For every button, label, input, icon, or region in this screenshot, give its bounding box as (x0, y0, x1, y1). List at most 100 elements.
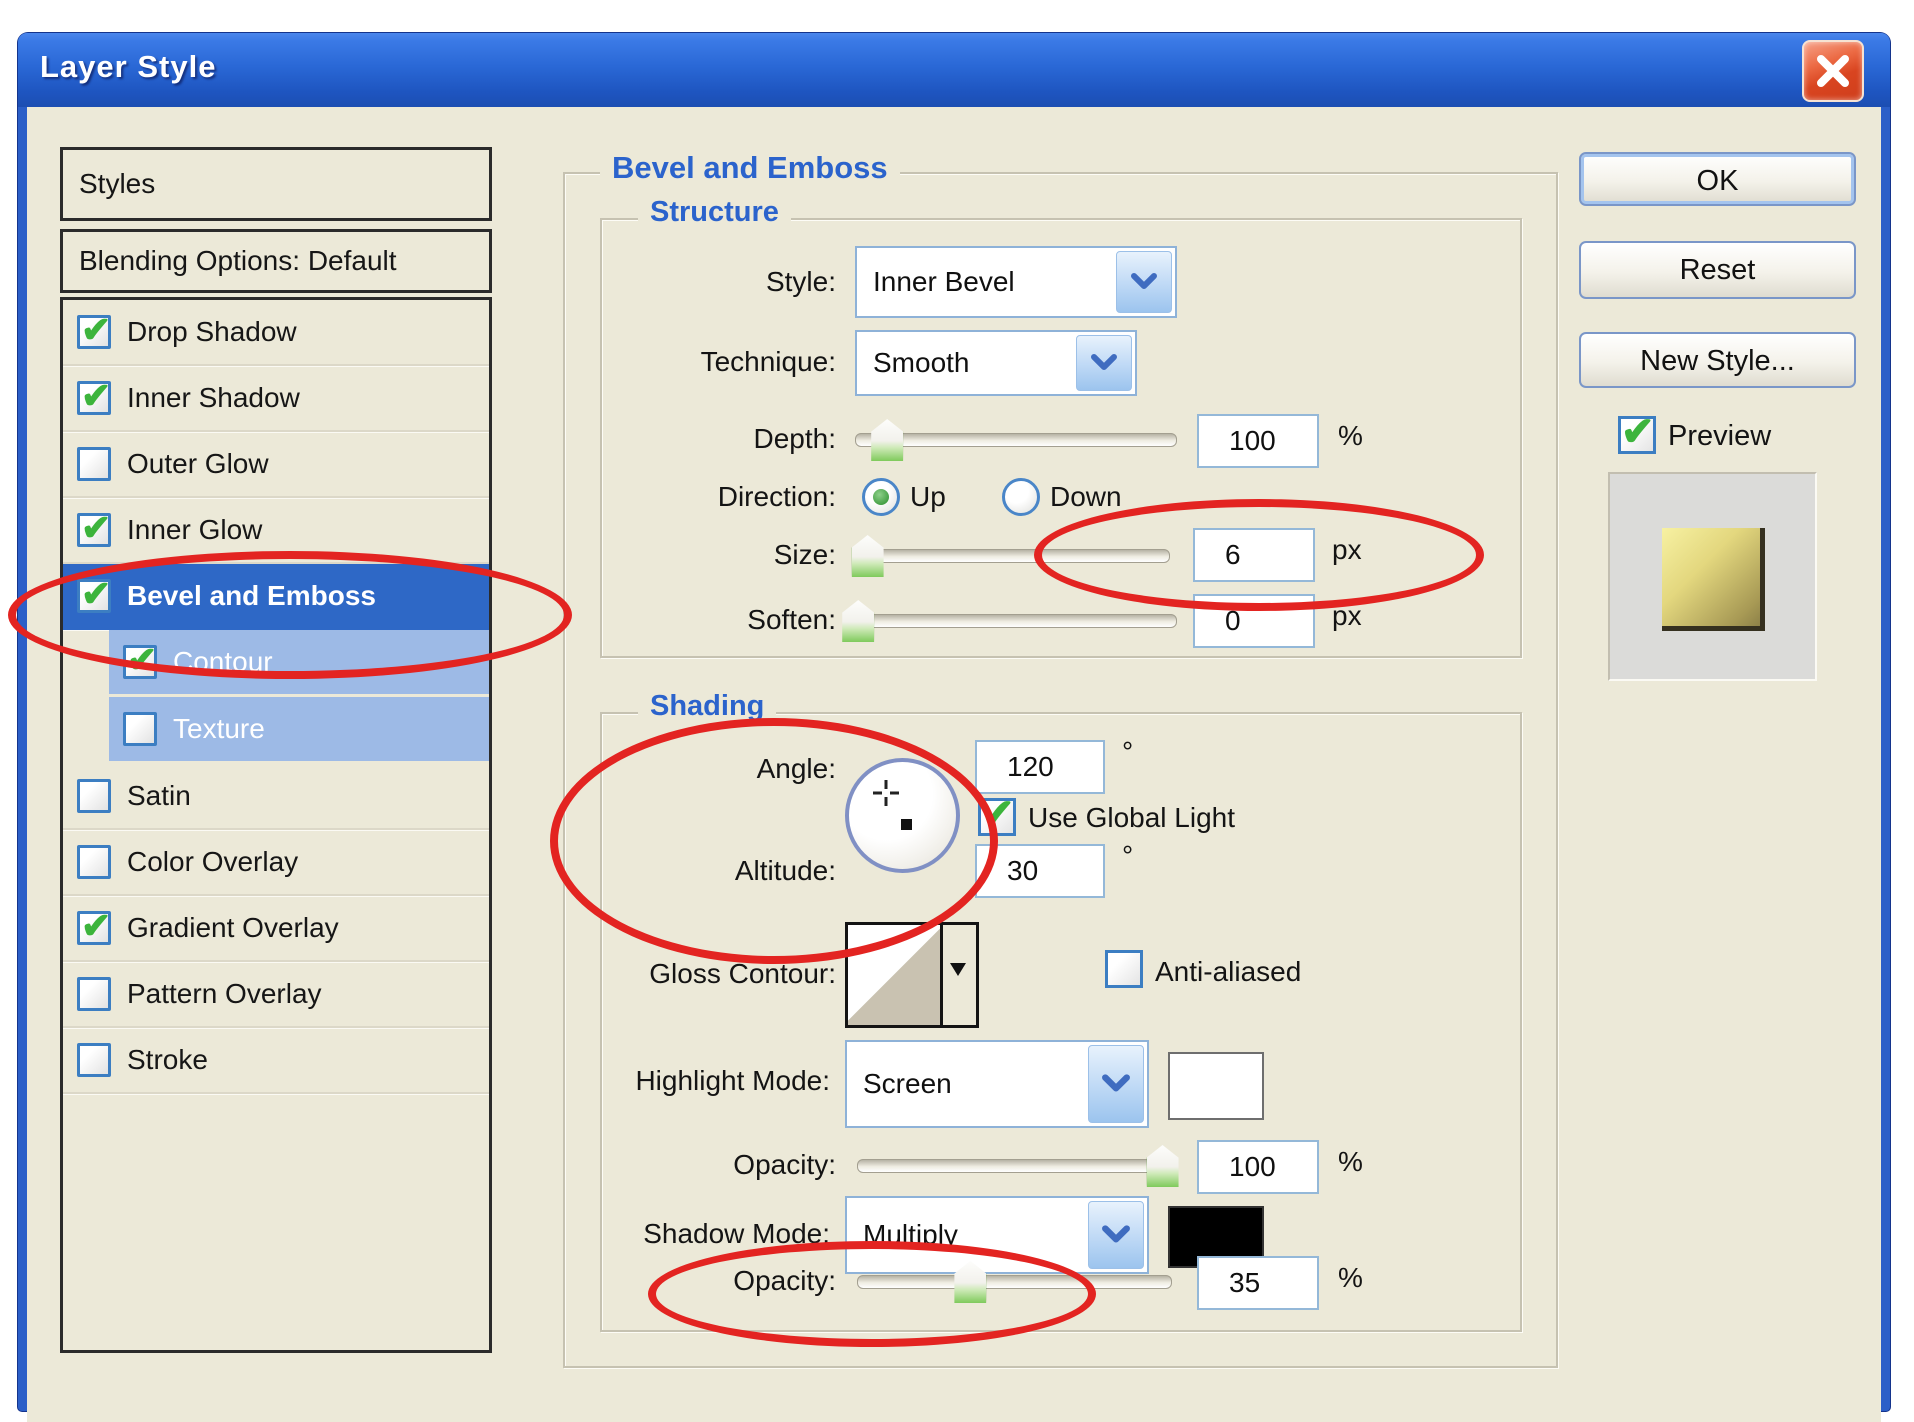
style-checkbox[interactable]: ✔ (77, 375, 111, 416)
sidebar-item-outer-glow[interactable]: Outer Glow (63, 432, 489, 498)
opacity-highlight-unit: % (1338, 1146, 1363, 1177)
preview-checkbox[interactable]: ✔ (1618, 410, 1656, 454)
opacity-highlight-input[interactable]: 100 (1197, 1140, 1319, 1194)
sidebar-item-label: Gradient Overlay (127, 912, 339, 943)
depth-input[interactable]: 100 (1197, 414, 1319, 468)
sidebar-item-label: Outer Glow (127, 448, 269, 479)
size-slider-track[interactable] (855, 549, 1170, 563)
opacity-shadow-slider[interactable] (857, 1261, 1172, 1303)
style-checkbox[interactable]: ✔ (77, 507, 111, 548)
style-checkbox[interactable]: ✔ (77, 905, 111, 946)
styles-header: Styles (60, 147, 492, 221)
title-bar[interactable]: Layer Style (18, 33, 1890, 107)
triangle-down-icon (950, 963, 966, 976)
highlight-mode-dropdown[interactable]: Screen (845, 1040, 1149, 1128)
shadow-mode-label: Shadow Mode: (643, 1218, 830, 1249)
sidebar-item-label: Stroke (127, 1044, 208, 1075)
direction-up-radio[interactable] (862, 478, 900, 516)
sidebar-item-drop-shadow[interactable]: ✔ Drop Shadow (63, 300, 489, 366)
close-button[interactable] (1802, 40, 1864, 102)
style-label: Style: (765, 266, 836, 297)
direction-up-label: Up (910, 481, 946, 512)
altitude-input[interactable]: 30 (975, 844, 1105, 898)
soften-unit: px (1332, 600, 1362, 631)
style-checkbox[interactable] (123, 712, 157, 746)
chevron-down-icon[interactable] (1088, 1201, 1144, 1269)
style-checkbox[interactable] (77, 447, 111, 481)
preview-label: Preview (1668, 420, 1772, 452)
sidebar-item-label: Satin (127, 780, 191, 811)
altitude-unit: ° (1122, 840, 1134, 871)
opacity-shadow-thumb[interactable] (954, 1261, 987, 1303)
preview-thumbnail (1608, 472, 1817, 681)
blending-options-item[interactable]: Blending Options: Default (60, 229, 492, 293)
opacity-shadow-input[interactable]: 35 (1197, 1256, 1319, 1310)
size-label: Size: (773, 539, 836, 570)
opacity-shadow-track[interactable] (857, 1275, 1172, 1289)
style-checkbox[interactable] (77, 845, 111, 879)
technique-dropdown[interactable]: Smooth (855, 330, 1137, 396)
sidebar-item-contour[interactable]: ✔ Contour (109, 630, 489, 697)
highlight-mode-value: Screen (863, 1068, 952, 1099)
highlight-mode-label: Highlight Mode: (635, 1065, 830, 1096)
depth-slider[interactable] (855, 419, 1177, 461)
style-checkbox[interactable] (77, 977, 111, 1011)
chevron-down-icon[interactable] (1116, 251, 1172, 313)
technique-value: Smooth (873, 347, 970, 378)
size-slider-thumb[interactable] (851, 535, 884, 577)
sidebar-item-color-overlay[interactable]: Color Overlay (63, 830, 489, 896)
sidebar-item-label: Texture (173, 713, 265, 744)
soften-slider-track[interactable] (855, 614, 1177, 628)
depth-slider-thumb[interactable] (871, 419, 904, 461)
opacity-highlight-slider[interactable] (857, 1145, 1179, 1187)
blending-options-label: Blending Options: Default (79, 245, 397, 276)
new-style-button[interactable]: New Style... (1579, 332, 1856, 388)
reset-button[interactable]: Reset (1579, 241, 1856, 299)
angle-dial[interactable] (845, 758, 960, 873)
style-checkbox[interactable]: ✔ (123, 639, 157, 680)
sidebar-item-inner-shadow[interactable]: ✔ Inner Shadow (63, 366, 489, 432)
size-input[interactable]: 6 (1193, 528, 1315, 582)
gloss-contour-label: Gloss Contour: (649, 958, 836, 989)
style-checkbox[interactable]: ✔ (77, 573, 111, 614)
sidebar-item-texture[interactable]: Texture (109, 697, 489, 764)
sidebar-item-pattern-overlay[interactable]: Pattern Overlay (63, 962, 489, 1028)
chevron-down-icon[interactable] (1088, 1045, 1144, 1123)
style-checkbox[interactable] (77, 779, 111, 813)
check-icon: ✔ (81, 507, 112, 548)
opacity-highlight-track[interactable] (857, 1159, 1172, 1173)
angle-unit: ° (1122, 736, 1134, 767)
chevron-down-icon[interactable] (1076, 335, 1132, 391)
check-icon: ✔ (127, 639, 158, 680)
technique-label: Technique: (700, 346, 836, 377)
shadow-mode-value: Multiply (863, 1219, 958, 1250)
style-checkbox[interactable]: ✔ (77, 309, 111, 350)
depth-slider-track[interactable] (855, 433, 1177, 447)
highlight-color-swatch[interactable] (1168, 1052, 1264, 1120)
direction-down-radio[interactable] (1002, 478, 1040, 516)
style-dropdown[interactable]: Inner Bevel (855, 246, 1177, 318)
soften-input[interactable]: 0 (1193, 594, 1315, 648)
sidebar-item-satin[interactable]: Satin (63, 764, 489, 830)
direction-down-label: Down (1050, 481, 1122, 512)
sidebar-item-gradient-overlay[interactable]: ✔ Gradient Overlay (63, 896, 489, 962)
style-checkbox[interactable] (77, 1043, 111, 1077)
panel-legend: Bevel and Emboss (600, 150, 900, 186)
ok-button[interactable]: OK (1579, 152, 1856, 206)
sidebar-item-inner-glow[interactable]: ✔ Inner Glow (63, 498, 489, 564)
radio-selected-dot (873, 489, 889, 505)
sidebar-item-bevel-and-emboss[interactable]: ✔ Bevel and Emboss (63, 564, 489, 630)
angle-label: Angle: (756, 753, 836, 784)
size-slider[interactable] (851, 535, 1170, 577)
gloss-contour-dropdown[interactable] (940, 925, 976, 1025)
use-global-light-checkbox[interactable]: ✔ (978, 792, 1016, 836)
angle-input[interactable]: 120 (975, 740, 1105, 794)
anti-aliased-checkbox[interactable] (1105, 950, 1143, 988)
soften-slider[interactable] (842, 600, 1177, 642)
altitude-label: Altitude: (734, 855, 836, 886)
gloss-contour-thumbnail[interactable] (848, 925, 940, 1025)
sidebar-item-label: Bevel and Emboss (127, 580, 376, 611)
sidebar-item-stroke[interactable]: Stroke (63, 1028, 489, 1094)
gloss-contour-picker[interactable] (845, 922, 979, 1028)
check-icon: ✔ (981, 792, 1015, 836)
